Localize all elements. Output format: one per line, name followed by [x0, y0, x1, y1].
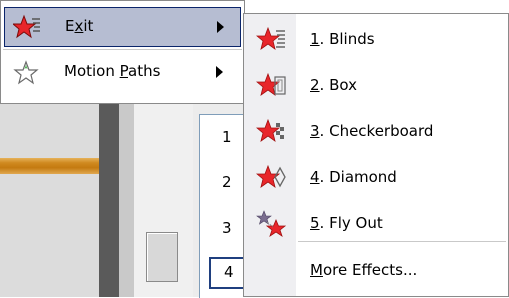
submenu-item-label: 2. Box — [310, 76, 357, 94]
submenu-item-label: 4. Diamond — [310, 168, 397, 186]
submenu-item-diamond[interactable]: 4. Diamond — [244, 155, 508, 201]
menu-item-exit[interactable]: Exit — [4, 7, 241, 47]
canvas-gray-border — [119, 104, 134, 297]
menu-divider — [3, 49, 242, 50]
slide-canvas-area — [0, 104, 99, 297]
submenu-item-checkerboard[interactable]: 3. Checkerboard — [244, 109, 508, 155]
submenu-item-box[interactable]: 2. Box — [244, 63, 508, 109]
slide-number[interactable]: 2 — [222, 173, 242, 191]
slide-number-selected: 4 — [224, 263, 234, 281]
diamond-effect-icon — [256, 164, 286, 188]
submenu-item-label: 1. Blinds — [310, 30, 375, 48]
submenu-item-label: 5. Fly Out — [310, 214, 383, 232]
submenu-item-label: 3. Checkerboard — [310, 122, 434, 140]
submenu-arrow-icon — [216, 66, 223, 78]
menu-item-motion-paths[interactable]: Motion Paths — [4, 53, 241, 93]
submenu-arrow-icon — [217, 21, 224, 33]
selected-slide-number-box[interactable]: 4 — [209, 257, 245, 289]
submenu-item-label: More Effects... — [310, 261, 418, 279]
animation-effects-menu: Exit Motion Paths — [0, 0, 245, 104]
box-effect-icon — [256, 72, 286, 96]
menu-item-label: Exit — [65, 17, 94, 35]
red-star-icon — [13, 14, 40, 39]
submenu-divider — [298, 241, 506, 242]
blinds-effect-icon — [256, 26, 285, 50]
fly-out-effect-icon — [256, 210, 286, 237]
slide-orange-bar — [0, 158, 99, 174]
menu-item-label: Motion Paths — [64, 62, 161, 80]
slide-number[interactable]: 3 — [222, 219, 242, 237]
submenu-item-more-effects[interactable]: More Effects... — [244, 248, 508, 294]
exit-effects-submenu: 1. Blinds 2. Box 3. Checkerboard 4. Diam… — [243, 13, 509, 297]
outline-star-icon — [13, 60, 39, 85]
submenu-item-blinds[interactable]: 1. Blinds — [244, 17, 508, 63]
scrollbar-thumb[interactable] — [146, 232, 178, 282]
slide-number[interactable]: 1 — [222, 128, 242, 146]
canvas-dark-border — [99, 104, 119, 297]
checkerboard-effect-icon — [256, 118, 284, 142]
